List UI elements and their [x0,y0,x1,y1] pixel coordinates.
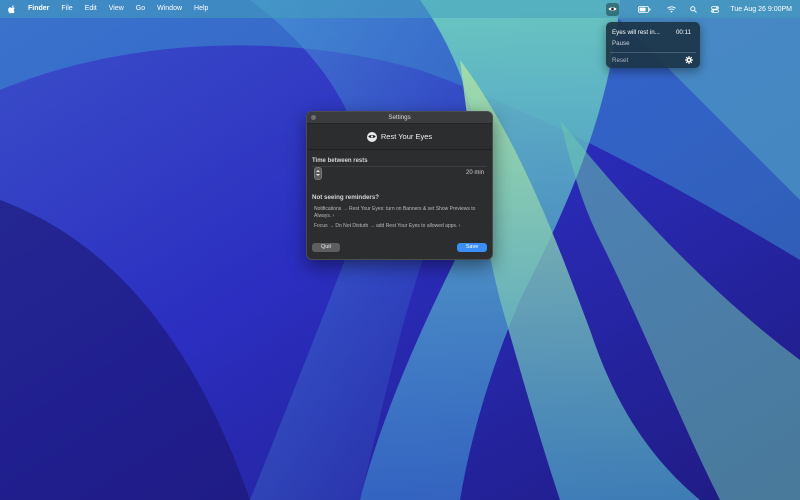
menu-window[interactable]: Window [151,0,188,18]
countdown-timer: 00:11 [675,29,691,36]
control-center-icon[interactable] [711,5,720,13]
window-title: Settings [388,114,411,121]
status-area: Tue Aug 26 9:00PM [599,0,800,18]
save-button[interactable]: Save [457,243,487,252]
header-divider [307,149,492,150]
interval-label: Time between rests [312,158,368,164]
menu-go[interactable]: Go [130,0,151,18]
app-name: Rest Your Eyes [380,132,433,141]
quit-button[interactable]: Quit [312,243,340,252]
help-title: Not seeing reminders? [312,194,380,201]
focus-help-link[interactable]: Focus → Do Not Disturb → add Rest Your E… [314,223,486,229]
eye-icon[interactable] [606,2,620,16]
menu-view[interactable]: View [103,0,130,18]
settings-window: Settings Rest Your Eyes Time between res… [306,111,493,260]
status-menu-title: Eyes will rest in... [612,29,660,36]
gear-icon[interactable] [685,56,693,64]
window-titlebar[interactable]: Settings [307,112,492,124]
notifications-help-link[interactable]: Notifications → Rest Your Eyes: turn on … [314,206,486,219]
menu-separator [610,52,696,53]
menu-help[interactable]: Help [188,0,214,18]
interval-stepper[interactable] [314,167,322,180]
eye-icon [366,131,377,142]
menubar-clock[interactable]: Tue Aug 26 9:00PM [730,6,792,13]
menu-app-name[interactable]: Finder [22,0,55,18]
menu-bar: Finder File Edit View Go Window Help Tue… [0,0,800,18]
reset-menu-item[interactable]: Reset [612,57,628,64]
desktop: Finder File Edit View Go Window Help Tue… [0,0,800,500]
apple-icon[interactable] [2,4,22,14]
interval-value: 20 min [465,170,484,176]
wifi-icon[interactable] [667,5,677,13]
menu-edit[interactable]: Edit [79,0,103,18]
status-menu: Eyes will rest in... 00:11 Pause Reset [606,22,700,68]
stepper-down-icon[interactable] [316,174,320,176]
app-header: Rest Your Eyes [307,125,492,148]
interval-divider [312,166,487,167]
stepper-up-icon[interactable] [316,170,320,172]
battery-icon[interactable] [638,5,651,13]
search-icon[interactable] [690,5,698,13]
pause-menu-item[interactable]: Pause [612,40,630,47]
menu-file[interactable]: File [55,0,78,18]
